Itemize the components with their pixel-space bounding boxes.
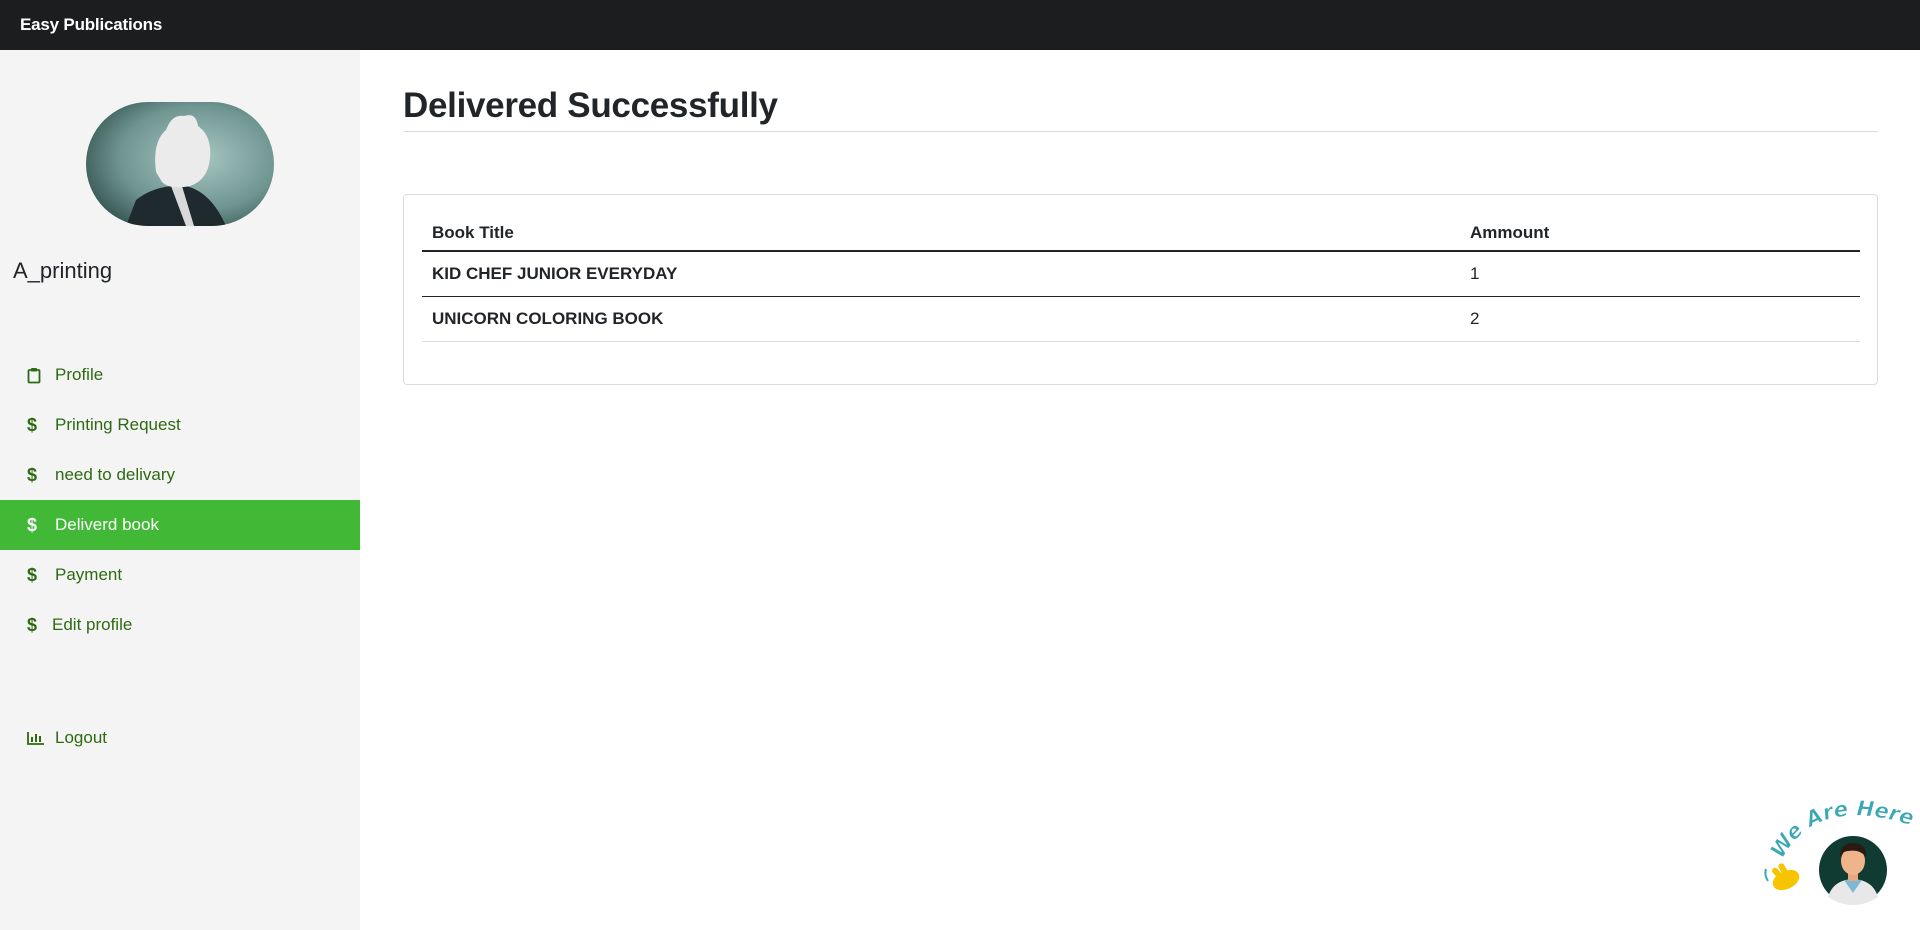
sidebar-item-profile[interactable]: Profile [0,350,360,400]
sidebar-item-label: Deliverd book [55,515,159,534]
delivered-books-table: Book Title Ammount KID CHEF JUNIOR EVERY… [422,215,1860,342]
dollar-icon: $ [27,614,38,635]
clipboard-icon [27,367,55,384]
page-title: Delivered Successfully [403,86,778,125]
logout-section: Logout [0,713,360,763]
table-row: UNICORN COLORING BOOK 2 [422,296,1860,342]
sidebar-item-edit-profile[interactable]: $ Edit profile [0,600,360,650]
title-divider [403,131,1878,132]
sidebar: A_printing Profile $ Printing Request $ … [0,50,360,930]
top-navbar: Easy Publications [0,0,1920,50]
sidebar-item-label: Profile [55,365,104,384]
sidebar-item-label: Edit profile [52,615,133,634]
amount-cell: 2 [1460,296,1860,342]
sidebar-item-label: Printing Request [55,415,181,434]
column-header-ammount: Ammount [1460,215,1860,252]
support-agent-avatar [1816,833,1890,907]
dollar-icon: $ [27,514,38,535]
brand-logo[interactable]: Easy Publications [20,15,162,35]
table-header-row: Book Title Ammount [422,215,1860,252]
amount-cell: 1 [1460,251,1860,297]
sidebar-item-payment[interactable]: $ Payment [0,550,360,600]
dollar-icon: $ [27,414,38,435]
logout-button[interactable]: Logout [0,713,360,763]
sidebar-item-printing-request[interactable]: $ Printing Request [0,400,360,450]
table-row: KID CHEF JUNIOR EVERYDAY 1 [422,251,1860,297]
sidebar-item-label: Payment [55,565,123,584]
book-title-cell: KID CHEF JUNIOR EVERYDAY [422,251,1460,297]
dollar-icon: $ [27,564,38,585]
sidebar-item-need-to-delivary[interactable]: $ need to delivary [0,450,360,500]
column-header-book-title: Book Title [422,215,1460,252]
book-title-cell: UNICORN COLORING BOOK [422,296,1460,342]
sidebar-item-label: need to delivary [55,465,176,484]
delivered-table-card: Book Title Ammount KID CHEF JUNIOR EVERY… [403,194,1878,385]
chat-widget[interactable]: We Are Here! [1760,785,1920,930]
username: A_printing [13,258,113,283]
logout-label: Logout [55,728,107,747]
bar-chart-icon [27,731,55,745]
sidebar-nav: Profile $ Printing Request $ need to del… [0,350,360,650]
avatar [86,102,274,226]
dollar-icon: $ [27,464,38,485]
sidebar-item-deliverd-book[interactable]: $ Deliverd book [0,500,360,550]
waving-hand-icon [1764,863,1800,891]
